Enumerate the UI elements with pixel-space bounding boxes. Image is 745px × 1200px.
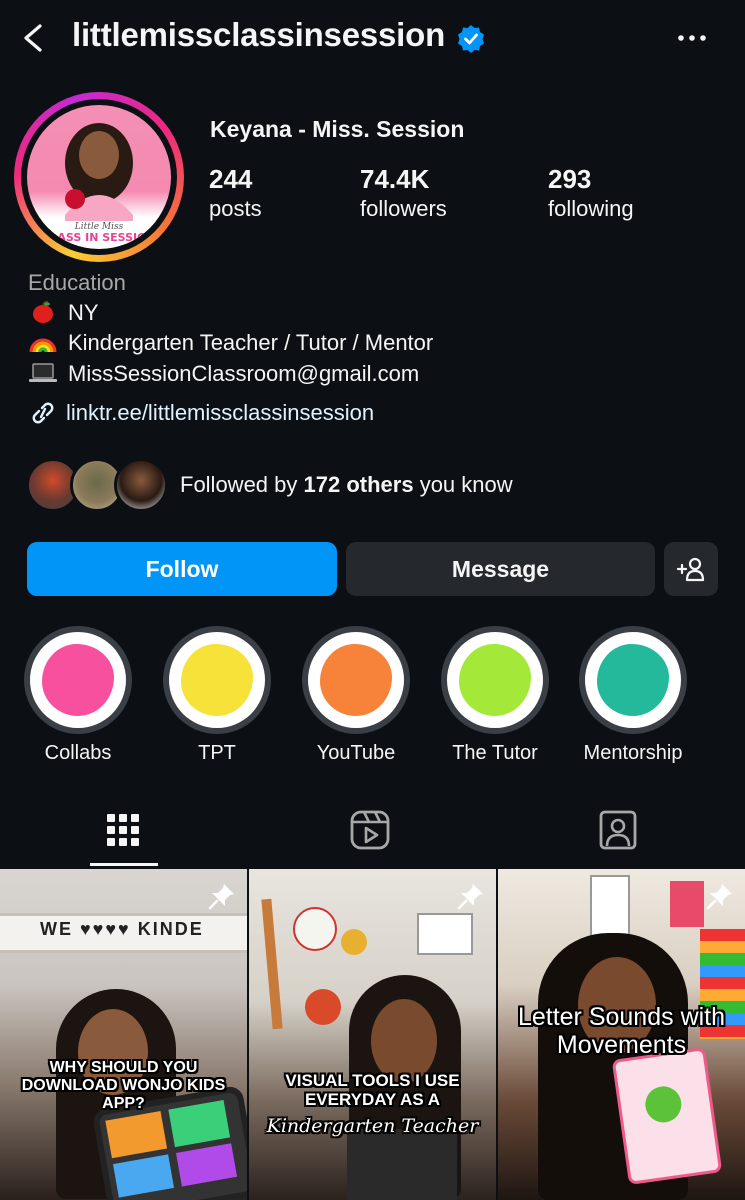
- bio-occupation-text: Kindergarten Teacher / Tutor / Mentor: [68, 330, 434, 355]
- posts-label: posts: [209, 196, 262, 221]
- classroom-sign: WE ♥♥♥♥ KINDE: [40, 919, 204, 939]
- laptop-emoji-icon: [29, 363, 57, 382]
- mutual-followers-text[interactable]: Followed by 172 others you know: [180, 472, 513, 498]
- back-arrow-icon[interactable]: [18, 22, 50, 54]
- message-button[interactable]: Message: [346, 542, 655, 596]
- mutual-prefix: Followed by: [180, 472, 304, 497]
- mutual-followers-avatars[interactable]: [26, 458, 170, 514]
- tagged-icon[interactable]: [596, 808, 640, 852]
- highlight-tpt[interactable]: TPT: [163, 626, 271, 764]
- followers-count-stat[interactable]: 74.4K followers: [360, 164, 447, 224]
- post-caption: WHY SHOULD YOU DOWNLOAD WONJO KIDS APP?: [21, 1059, 226, 1112]
- active-tab-indicator: [90, 863, 158, 866]
- posts-count: 244: [209, 164, 253, 194]
- followers-label: followers: [360, 196, 447, 221]
- reels-icon[interactable]: [348, 808, 392, 852]
- highlight-cover: [597, 644, 669, 716]
- suggested-accounts-button[interactable]: [664, 542, 718, 596]
- apple-emoji-icon: [33, 300, 53, 323]
- post-tile[interactable]: VISUAL TOOLS I USE EVERYDAY AS A Kinderg…: [249, 869, 496, 1200]
- following-label: following: [548, 196, 634, 221]
- post-caption: VISUAL TOOLS I USE EVERYDAY AS A: [285, 1071, 460, 1109]
- post-caption: Letter Sounds with Movements: [517, 1003, 726, 1059]
- pin-icon: [208, 884, 234, 910]
- highlight-the-tutor[interactable]: The Tutor: [441, 626, 549, 764]
- mutual-avatar: [114, 458, 168, 512]
- highlight-cover: [181, 644, 253, 716]
- bio-line-occupation: Kindergarten Teacher / Tutor / Mentor: [28, 330, 433, 356]
- highlight-cover: [459, 644, 531, 716]
- profile-username: littlemissclassinsession: [72, 16, 446, 53]
- pin-icon: [457, 884, 483, 910]
- rainbow-emoji-icon: [29, 338, 57, 353]
- pin-icon: [706, 884, 732, 910]
- following-count-stat[interactable]: 293 following: [548, 164, 634, 224]
- mutual-suffix: you know: [413, 472, 513, 497]
- display-name: Keyana - Miss. Session: [210, 116, 465, 142]
- post-tile[interactable]: Letter Sounds with Movements: [498, 869, 745, 1200]
- followers-count: 74.4K: [360, 164, 430, 194]
- post-tile[interactable]: WE ♥♥♥♥ KINDE WHY SHOULD YOU DOWNLOAD WO…: [0, 869, 247, 1200]
- mutual-count: 172 others: [303, 472, 414, 497]
- posts-grid-icon[interactable]: [101, 808, 145, 852]
- highlight-mentorship[interactable]: Mentorship: [579, 626, 687, 764]
- verified-badge-icon: [458, 25, 484, 53]
- highlight-label: Mentorship: [583, 742, 683, 764]
- follow-button[interactable]: Follow: [27, 542, 337, 596]
- posts-count-stat[interactable]: 244 posts: [209, 164, 262, 224]
- profile-link-text[interactable]: linktr.ee/littlemissclassinsession: [66, 400, 374, 425]
- add-person-icon: [676, 557, 705, 582]
- profile-link[interactable]: linktr.ee/littlemissclassinsession: [28, 400, 374, 426]
- post-caption-script: Kindergarten Teacher: [266, 1115, 479, 1137]
- bio-email-text[interactable]: MissSessionClassroom@gmail.com: [68, 361, 419, 386]
- highlight-cover: [320, 644, 392, 716]
- bio-line-email: MissSessionClassroom@gmail.com: [28, 361, 419, 387]
- highlight-collabs[interactable]: Collabs: [24, 626, 132, 764]
- profile-avatar[interactable]: Little Miss CLASS IN SESSION: [14, 92, 184, 262]
- highlight-youtube[interactable]: YouTube: [302, 626, 410, 764]
- following-count: 293: [548, 164, 592, 194]
- link-icon: [32, 402, 54, 424]
- highlight-cover: [42, 644, 114, 716]
- bio-line-location: NY: [28, 300, 99, 326]
- more-options-icon[interactable]: [674, 24, 710, 52]
- profile-category: Education: [28, 270, 126, 295]
- avatar-photo: Little Miss CLASS IN SESSION: [27, 105, 171, 249]
- bio-location-text: NY: [68, 300, 99, 325]
